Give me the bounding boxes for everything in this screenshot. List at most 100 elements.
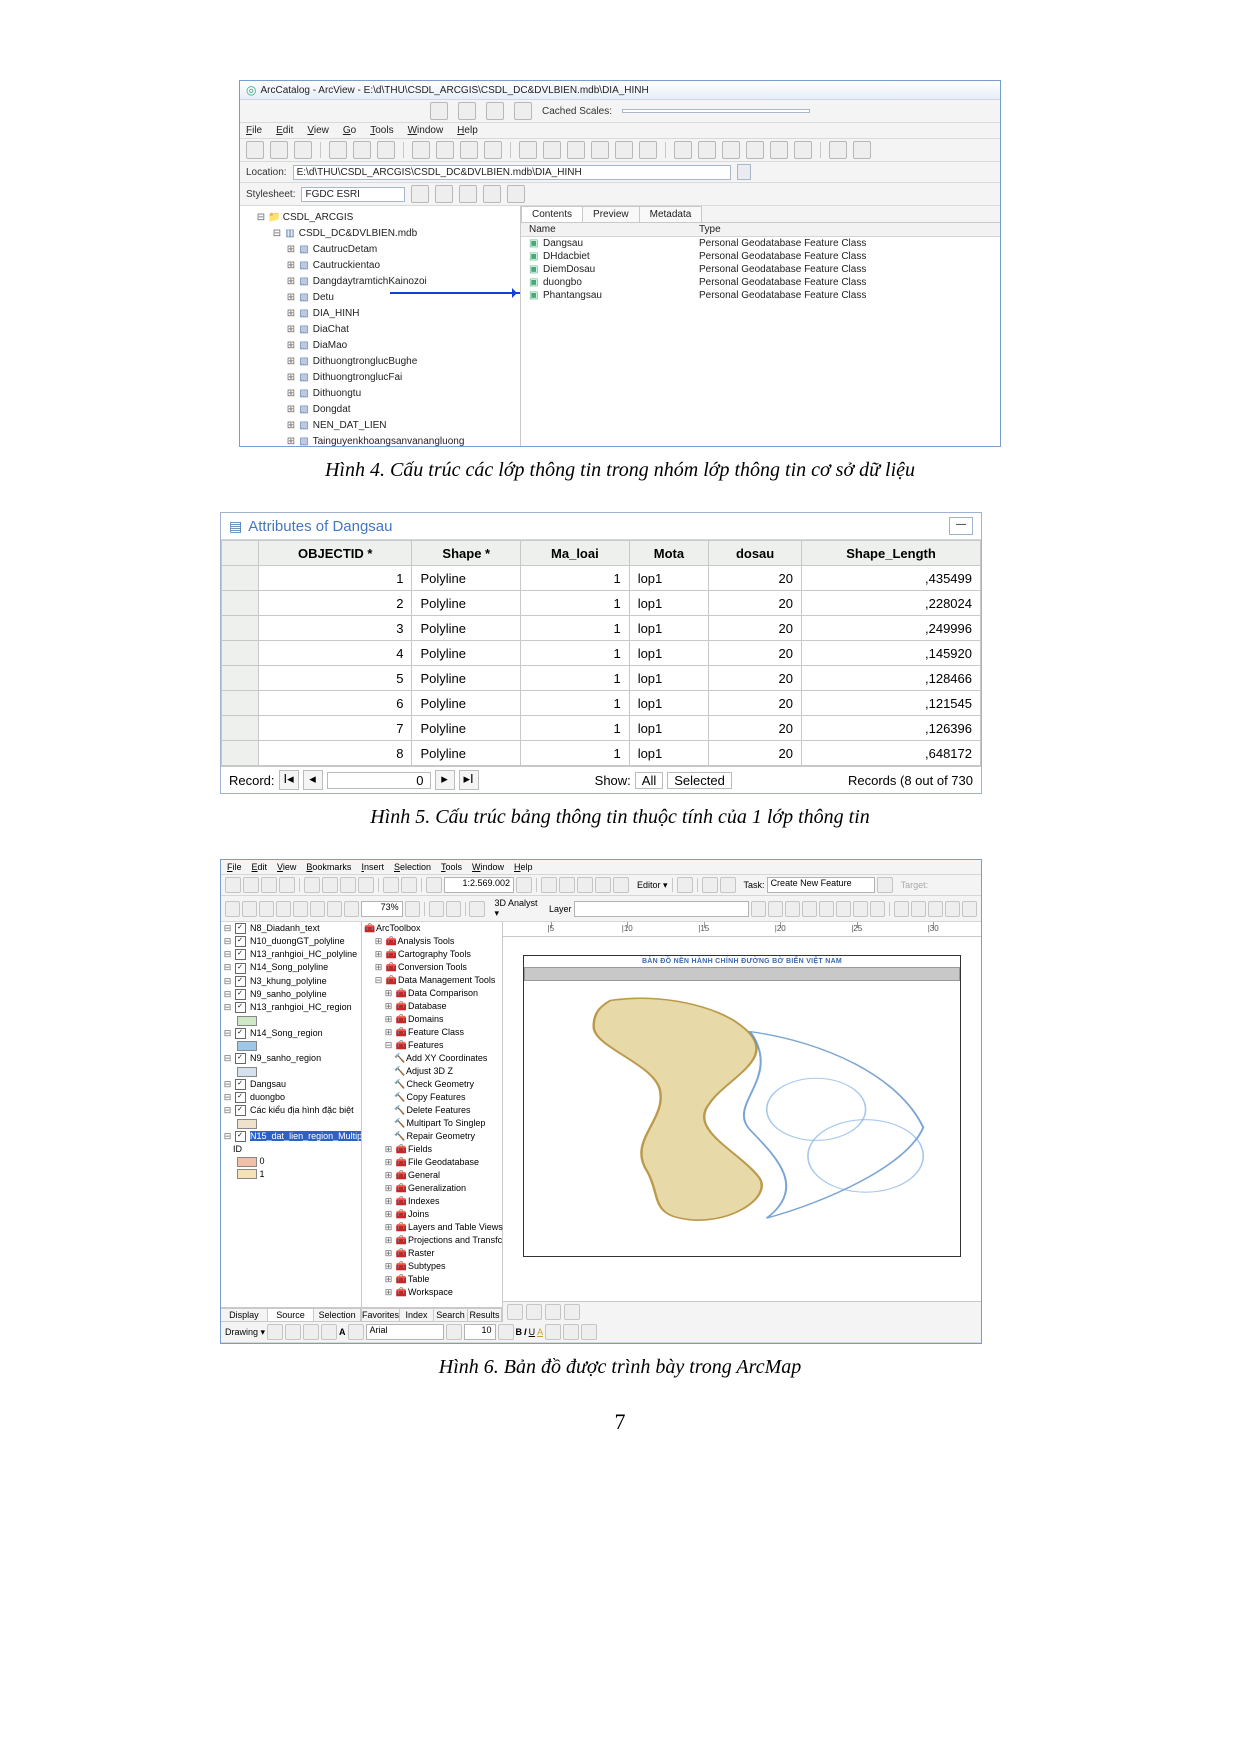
- column-header[interactable]: Shape_Length: [802, 541, 981, 566]
- tree-node[interactable]: ⊞▧ NEN_DAT_LIEN: [244, 418, 516, 434]
- fixedin-icon[interactable]: [293, 901, 308, 917]
- layer-item[interactable]: ⊟ ✓ N9_sanho_polyline: [221, 988, 361, 1001]
- layer-item[interactable]: ⊟ ✓ Dangsau: [221, 1078, 361, 1091]
- layer-item[interactable]: ⊟ ✓ N9_sanho_region: [221, 1052, 361, 1065]
- menu-item[interactable]: Tools: [441, 862, 462, 872]
- task-dropdown[interactable]: Create New Feature: [767, 877, 875, 893]
- 3d-b-icon[interactable]: [768, 901, 783, 917]
- toolbox-node[interactable]: 🔨 Add XY Coordinates: [362, 1052, 502, 1065]
- toolbox-node[interactable]: 🔨 Multipart To Singlep: [362, 1117, 502, 1130]
- list-icon[interactable]: [436, 141, 454, 159]
- rotate-icon[interactable]: [285, 1324, 301, 1340]
- sketch-tool-icon[interactable]: [702, 877, 718, 893]
- toolbox-node[interactable]: ⊞ 🧰 Projections and Transfc: [362, 1234, 502, 1247]
- redo-icon[interactable]: [401, 877, 417, 893]
- column-header[interactable]: OBJECTID *: [259, 541, 412, 566]
- zoom-in-icon[interactable]: [674, 141, 692, 159]
- layer-item[interactable]: ⊟ ✓ N13_ranhgioi_HC_polyline: [221, 948, 361, 961]
- toolbox-node[interactable]: 🔨 Delete Features: [362, 1104, 502, 1117]
- layer-checkbox[interactable]: ✓: [235, 936, 246, 947]
- tree-node[interactable]: ⊞▧ Dithuongtu: [244, 386, 516, 402]
- toolbox-node[interactable]: ⊞ 🧰 Analysis Tools: [362, 935, 502, 948]
- toolbox-node[interactable]: ⊞ 🧰 General: [362, 1169, 502, 1182]
- last-record-icon[interactable]: ▸I: [459, 770, 479, 790]
- list-item[interactable]: ▣DHdacbietPersonal Geodatabase Feature C…: [521, 250, 1000, 263]
- zoomin-data-icon[interactable]: [894, 901, 909, 917]
- zoomin-page-icon[interactable]: [225, 901, 240, 917]
- stylesheet-edit-icon[interactable]: [411, 185, 429, 203]
- geography-icon[interactable]: [543, 141, 561, 159]
- minimize-icon[interactable]: —: [949, 517, 973, 535]
- layout-view-btn-icon[interactable]: [526, 1304, 542, 1320]
- catalog-tree[interactable]: ⊟📁 CSDL_ARCGIS⊟▥ CSDL_DC&DVLBIEN.mdb⊞▧ C…: [240, 206, 520, 446]
- menu-item[interactable]: Help: [457, 125, 478, 136]
- thumbnails-icon[interactable]: [484, 141, 502, 159]
- model-icon[interactable]: [615, 141, 633, 159]
- cmd-icon[interactable]: [591, 141, 609, 159]
- pan-data-icon[interactable]: [928, 901, 943, 917]
- arctoolbox-pane[interactable]: 🧰 ArcToolbox⊞ 🧰 Analysis Tools⊞ 🧰 Cartog…: [362, 922, 503, 1322]
- drawing-button[interactable]: Drawing ▾: [225, 1327, 265, 1338]
- list-item[interactable]: ▣DangsauPersonal Geodatabase Feature Cla…: [521, 237, 1000, 250]
- editor-button[interactable]: Editor ▾: [637, 880, 668, 891]
- layer-checkbox[interactable]: ✓: [235, 1092, 246, 1103]
- 3d-f-icon[interactable]: [836, 901, 851, 917]
- up-icon[interactable]: [246, 141, 264, 159]
- save-icon[interactable]: [261, 877, 277, 893]
- layer-item[interactable]: ⊟ ✓ N10_duongGT_polyline: [221, 935, 361, 948]
- toolbox-node[interactable]: ⊞ 🧰 Cartography Tools: [362, 948, 502, 961]
- layer-checkbox[interactable]: ✓: [235, 949, 246, 960]
- layer-item[interactable]: ⊟ ✓ N3_khung_polyline: [221, 975, 361, 988]
- stop-icon[interactable]: [486, 102, 504, 120]
- play-icon[interactable]: [430, 102, 448, 120]
- menu-item[interactable]: Help: [514, 862, 533, 872]
- refresh-icon[interactable]: [469, 901, 484, 917]
- 3d-e-icon[interactable]: [819, 901, 834, 917]
- connect-folder-icon[interactable]: [270, 141, 288, 159]
- editor-toolbar-icon[interactable]: [541, 877, 557, 893]
- pause-draw-icon[interactable]: [564, 1304, 580, 1320]
- tree-node[interactable]: ⊞▧ DithuongtronglucBughe: [244, 354, 516, 370]
- menu-item[interactable]: Window: [408, 125, 444, 136]
- open-icon[interactable]: [243, 877, 259, 893]
- 3d-c-icon[interactable]: [785, 901, 800, 917]
- menu-item[interactable]: Window: [472, 862, 504, 872]
- layer-checkbox[interactable]: ✓: [235, 1028, 246, 1039]
- toolbox-node[interactable]: ⊞ 🧰 Generalization: [362, 1182, 502, 1195]
- fwd-icon[interactable]: [344, 901, 359, 917]
- print-icon[interactable]: [279, 877, 295, 893]
- font-dd-icon[interactable]: [446, 1324, 462, 1340]
- map-frame[interactable]: BẢN ĐỒ NỀN HÀNH CHÍNH ĐƯỜNG BỜ BIỂN VIỆT…: [523, 955, 961, 1257]
- layer-checkbox[interactable]: ✓: [235, 1053, 246, 1064]
- table-row[interactable]: 2Polyline1lop120,228024: [222, 591, 981, 616]
- location-dropdown-icon[interactable]: [737, 164, 751, 180]
- toc-tab[interactable]: Selection: [314, 1308, 361, 1322]
- tab-contents[interactable]: Contents: [521, 206, 583, 222]
- arctoolbox-icon[interactable]: [559, 877, 575, 893]
- pan-icon[interactable]: [722, 141, 740, 159]
- pan-page-icon[interactable]: [259, 901, 274, 917]
- launch-arcmap-icon[interactable]: [519, 141, 537, 159]
- menu-item[interactable]: File: [246, 125, 262, 136]
- layer-item[interactable]: ⊟ ✓ N13_ranhgioi_HC_region: [221, 1001, 361, 1014]
- bold-button[interactable]: B: [516, 1327, 523, 1337]
- toc-tab[interactable]: Display: [221, 1308, 268, 1322]
- table-row[interactable]: 5Polyline1lop120,128466: [222, 666, 981, 691]
- line-color-icon[interactable]: [563, 1324, 579, 1340]
- tree-node[interactable]: ⊞▧ DIA_HINH: [244, 306, 516, 322]
- scale-dropdown-icon[interactable]: [516, 877, 532, 893]
- details-icon[interactable]: [460, 141, 478, 159]
- 3d-h-icon[interactable]: [870, 901, 885, 917]
- layer-item[interactable]: ⊟ ✓ duongbo: [221, 1091, 361, 1104]
- tab-metadata[interactable]: Metadata: [639, 206, 703, 222]
- toolbox-node[interactable]: 🔨 Copy Features: [362, 1091, 502, 1104]
- font-name-dropdown[interactable]: Arial: [366, 1324, 444, 1340]
- shape-dd-icon[interactable]: [321, 1324, 337, 1340]
- font-color-icon[interactable]: A: [537, 1327, 543, 1337]
- data-view-btn-icon[interactable]: [507, 1304, 523, 1320]
- 3d-g-icon[interactable]: [853, 901, 868, 917]
- stylesheet-props-icon[interactable]: [507, 185, 525, 203]
- show-all-button[interactable]: All: [635, 772, 663, 789]
- layer-checkbox[interactable]: ✓: [235, 1105, 246, 1116]
- back-icon[interactable]: [770, 141, 788, 159]
